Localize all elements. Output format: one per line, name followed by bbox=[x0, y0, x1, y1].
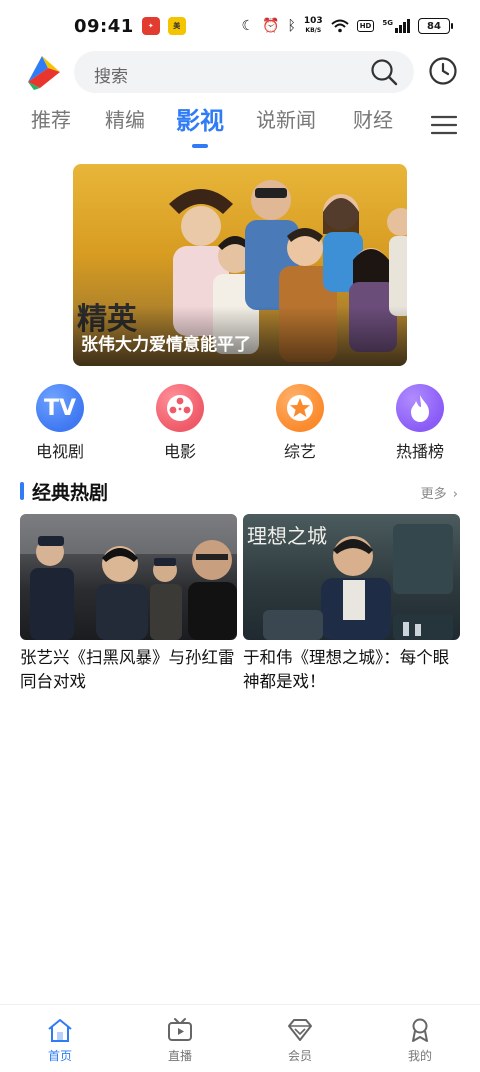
nav-profile[interactable]: 我的 bbox=[380, 1017, 460, 1064]
app-notification-icon: ✦ bbox=[141, 17, 160, 35]
video-title: 张艺兴《扫黑风暴》与孙红雷同台对戏 bbox=[20, 648, 235, 691]
category-label: 热播榜 bbox=[395, 442, 444, 461]
bottom-navigation: 首页 直播 会员 我的 bbox=[0, 1004, 480, 1072]
nav-live[interactable]: 直播 bbox=[140, 1017, 220, 1064]
app-logo[interactable] bbox=[24, 52, 64, 92]
signal-bar bbox=[399, 25, 402, 33]
category-label: 电影 bbox=[163, 442, 196, 461]
status-bar: 09:41 ✦ 美 ☾ ⏰ ᛒ 103 KB/S HD 5G 84 bbox=[0, 0, 480, 52]
moon-icon: ☾ bbox=[241, 18, 255, 34]
video-card[interactable]: 理想之城 于和伟《理想之城》：每个眼神都是戏！ bbox=[243, 514, 460, 694]
active-tab-indicator bbox=[192, 144, 208, 148]
section-header: 经典热剧 更多 › bbox=[0, 478, 480, 506]
category-movie[interactable]: 电影 bbox=[140, 384, 220, 462]
profile-icon bbox=[412, 1018, 428, 1042]
diamond-icon bbox=[288, 1019, 312, 1041]
tab-curated[interactable]: 精编 bbox=[105, 104, 145, 133]
video-card[interactable]: 张艺兴《扫黑风暴》与孙红雷同台对戏 bbox=[20, 514, 237, 694]
thumbnail-show-title: 理想之城 bbox=[247, 524, 327, 548]
chevron-right-icon: › bbox=[452, 487, 458, 502]
star-icon bbox=[276, 384, 324, 432]
category-variety[interactable]: 综艺 bbox=[260, 384, 340, 462]
tab-news-talk[interactable]: 说新闻 bbox=[256, 104, 316, 133]
history-clock-icon[interactable] bbox=[428, 56, 458, 86]
signal-bar bbox=[403, 22, 406, 33]
search-icon[interactable] bbox=[370, 58, 398, 86]
more-label: 更多 bbox=[420, 487, 447, 502]
section-title: 经典热剧 bbox=[32, 482, 109, 504]
alarm-icon: ⏰ bbox=[262, 18, 280, 34]
film-reel-glyph bbox=[167, 395, 193, 421]
search-row: 搜索 bbox=[0, 50, 480, 94]
nav-vip[interactable]: 会员 bbox=[260, 1017, 340, 1064]
category-tv-series[interactable]: TV 电视剧 bbox=[20, 384, 100, 462]
menu-icon[interactable] bbox=[431, 114, 457, 136]
flame-icon bbox=[396, 384, 444, 432]
section-accent-bar bbox=[20, 482, 24, 500]
category-tabs: 推荐 精编 影视 说新闻 财经 bbox=[0, 104, 480, 150]
tab-finance[interactable]: 财经 bbox=[353, 104, 393, 133]
search-placeholder: 搜索 bbox=[94, 67, 128, 87]
tab-film-tv[interactable]: 影视 bbox=[176, 101, 224, 136]
tv-icon-glyph: TV bbox=[43, 395, 77, 421]
video-thumbnail bbox=[20, 514, 237, 640]
category-shortcuts: TV 电视剧 电影 综艺 热播榜 bbox=[0, 384, 480, 464]
wifi-icon bbox=[331, 19, 349, 33]
thumbnail-image bbox=[20, 514, 237, 640]
category-label: 综艺 bbox=[283, 442, 316, 461]
star-glyph bbox=[287, 395, 313, 421]
nav-label: 会员 bbox=[287, 1049, 312, 1063]
tab-recommend[interactable]: 推荐 bbox=[31, 104, 71, 133]
signal-bar bbox=[407, 19, 410, 33]
category-label: 电视剧 bbox=[35, 442, 84, 461]
more-link[interactable]: 更多 › bbox=[421, 483, 458, 502]
network-speed-unit: KB/S bbox=[305, 27, 322, 34]
network-speed-value: 103 bbox=[303, 16, 323, 26]
film-reel-icon bbox=[156, 384, 204, 432]
tv-icon: TV bbox=[36, 384, 84, 432]
featured-banner[interactable]: 精英 张伟大力爱情意能平了 bbox=[73, 164, 407, 366]
meituan-notification-icon: 美 bbox=[167, 17, 186, 35]
search-input[interactable]: 搜索 bbox=[74, 51, 414, 93]
status-time: 09:41 bbox=[74, 15, 134, 37]
live-tv-icon bbox=[168, 1018, 192, 1041]
home-icon bbox=[48, 1019, 72, 1042]
video-thumbnail: 理想之城 bbox=[243, 514, 460, 640]
video-title: 于和伟《理想之城》：每个眼神都是戏！ bbox=[243, 648, 450, 691]
nav-label: 我的 bbox=[407, 1049, 432, 1063]
flame-glyph bbox=[411, 395, 429, 422]
network-speed: 103 KB/S bbox=[304, 17, 323, 35]
nav-label: 直播 bbox=[167, 1049, 192, 1063]
hd-badge: HD bbox=[356, 20, 375, 32]
bluetooth-icon: ᛒ bbox=[287, 18, 296, 34]
signal-type-label: 5G bbox=[382, 19, 393, 27]
battery-indicator: 84 bbox=[418, 18, 453, 34]
banner-caption: 张伟大力爱情意能平了 bbox=[81, 335, 251, 355]
nav-home[interactable]: 首页 bbox=[20, 1017, 100, 1064]
signal-indicator: 5G bbox=[382, 19, 410, 33]
nav-label: 首页 bbox=[47, 1049, 72, 1063]
category-trending[interactable]: 热播榜 bbox=[380, 384, 460, 462]
signal-bar bbox=[395, 28, 398, 33]
